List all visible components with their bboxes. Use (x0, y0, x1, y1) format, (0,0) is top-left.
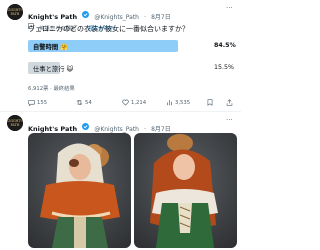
tweet-text: ヴェロニカのどの衣装が彼女に一番似合いますか？ (28, 25, 189, 33)
repost-icon (76, 99, 83, 106)
tweet-date[interactable]: 8月7日 (151, 126, 171, 133)
knight-logo-icon: KNIGHT'S PATH (7, 115, 23, 131)
tweet-image-right[interactable] (134, 133, 237, 248)
like-count: 1,214 (131, 99, 147, 106)
avatar[interactable]: KNIGHT'S PATH (7, 4, 23, 20)
tweet-date[interactable]: 8月7日 (151, 14, 171, 21)
repost-button[interactable]: 54 (76, 99, 92, 106)
views-chart-icon (167, 100, 172, 106)
knight-logo-icon: KNIGHT'S PATH (7, 4, 23, 20)
avatar[interactable]: KNIGHT'S PATH (7, 115, 23, 131)
verified-badge-icon (82, 123, 90, 130)
like-button[interactable]: 1,214 (122, 99, 146, 106)
tweet-image-left[interactable] (28, 133, 131, 248)
share-button[interactable] (226, 99, 233, 106)
svg-text:PATH: PATH (11, 12, 20, 16)
views-count: 3,535 (175, 99, 191, 106)
author-handle[interactable]: @Knights_Path (94, 126, 139, 133)
reply-button[interactable]: 155 (28, 99, 47, 106)
bookmark-button[interactable] (207, 99, 213, 106)
svg-text:PATH: PATH (11, 123, 20, 127)
hooded-character-image (28, 133, 131, 248)
more-options-icon[interactable]: ··· (226, 116, 233, 124)
poll-option-percent: 84.5% (214, 42, 236, 49)
poll-option-label: 自警時間 🤗 (33, 44, 69, 51)
bookmark-icon (207, 99, 213, 106)
poll-summary: 6,912票 · 最終結果 (28, 86, 75, 92)
repost-count: 54 (85, 99, 92, 106)
poll-option-label: 仕事と旅行 😺 (33, 66, 74, 73)
heart-icon (122, 99, 129, 106)
poll-option-percent: 15.5% (214, 64, 235, 71)
views-button[interactable]: 3,535 (166, 99, 190, 106)
share-icon (226, 99, 233, 106)
reply-count: 155 (37, 99, 48, 106)
more-options-icon[interactable]: ··· (226, 4, 233, 12)
reply-icon (28, 100, 35, 106)
divider (0, 111, 241, 112)
redhead-character-image (134, 133, 237, 248)
author-name[interactable]: Knight's Path (28, 125, 77, 133)
